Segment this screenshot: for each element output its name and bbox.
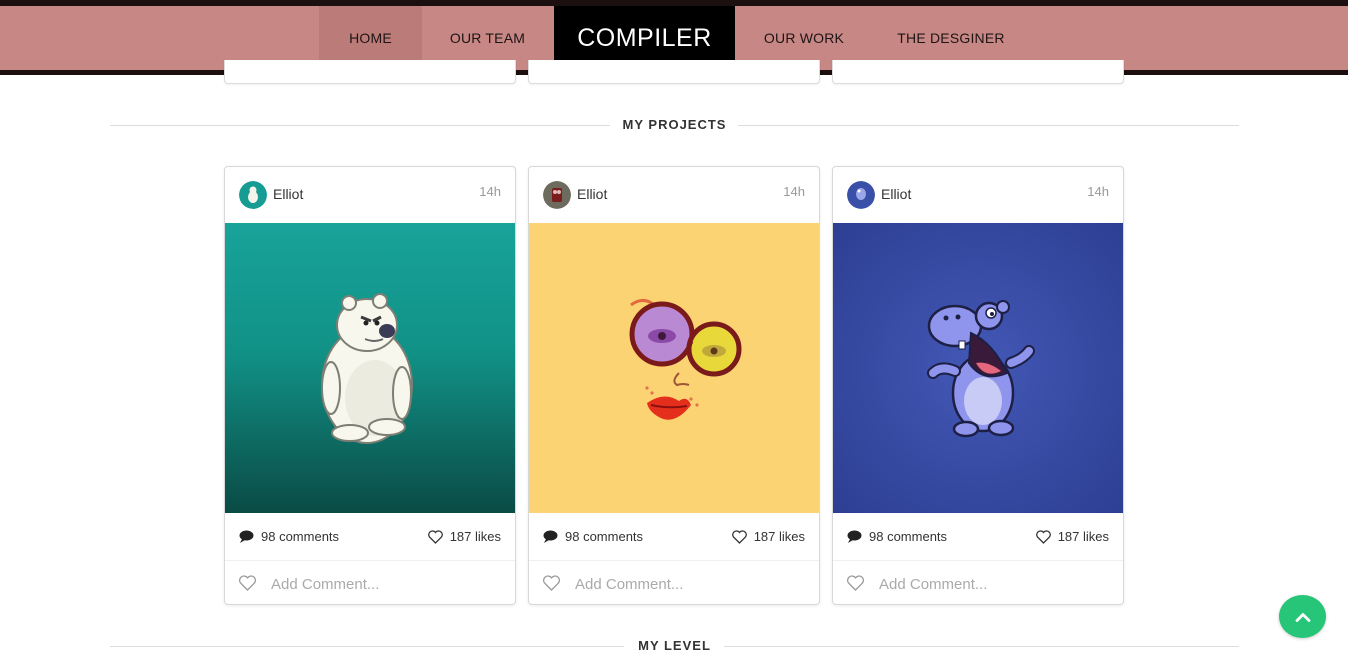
likes-count[interactable]: 187 likes xyxy=(1035,529,1109,544)
heart-icon[interactable] xyxy=(847,575,864,591)
section-title: MY PROJECTS xyxy=(622,117,727,132)
likes-label: 187 likes xyxy=(449,529,501,544)
previous-card xyxy=(832,60,1124,84)
author-name[interactable]: Elliot xyxy=(273,186,303,202)
face-glasses-avatar-icon[interactable] xyxy=(543,181,571,209)
polar-bear-illustration[interactable] xyxy=(225,223,515,513)
previous-card xyxy=(528,60,820,84)
post-time: 14h xyxy=(783,184,805,199)
card-header: Elliot 14h xyxy=(529,167,819,223)
add-comment-input[interactable] xyxy=(575,570,805,598)
comments-label: 98 comments xyxy=(869,529,948,544)
comments-label: 98 comments xyxy=(565,529,644,544)
polar-bear-avatar-icon[interactable] xyxy=(239,181,267,209)
post-time: 14h xyxy=(479,184,501,199)
author-name[interactable]: Elliot xyxy=(881,186,911,202)
add-comment-row xyxy=(225,562,515,604)
chevron-up-icon xyxy=(1295,612,1310,622)
add-comment-row xyxy=(529,562,819,604)
heart-icon xyxy=(1035,529,1051,544)
projects-section-header: MY PROJECTS xyxy=(110,115,1239,135)
comment-icon xyxy=(847,530,862,543)
project-card: Elliot 14h 98 comments 187 likes Add Com… xyxy=(832,166,1124,605)
comments-count[interactable]: 98 comments xyxy=(847,529,947,544)
likes-count[interactable]: 187 likes xyxy=(427,529,501,544)
add-comment-row xyxy=(833,562,1123,604)
likes-label: 187 likes xyxy=(753,529,805,544)
heart-icon[interactable] xyxy=(239,575,256,591)
card-stats: 98 comments 187 likes xyxy=(529,513,819,561)
add-comment-input[interactable] xyxy=(271,570,501,598)
hippo-avatar-icon[interactable] xyxy=(847,181,875,209)
project-card: Elliot 14h 98 comments 187 likes Add Com… xyxy=(224,166,516,605)
likes-count[interactable]: 187 likes xyxy=(731,529,805,544)
heart-icon xyxy=(427,529,443,544)
likes-label: 187 likes xyxy=(1057,529,1109,544)
card-header: Elliot 14h xyxy=(225,167,515,223)
author-name[interactable]: Elliot xyxy=(577,186,607,202)
comment-icon xyxy=(239,530,254,543)
heart-icon[interactable] xyxy=(543,575,560,591)
level-section-header: MY LEVEL xyxy=(110,636,1239,656)
post-time: 14h xyxy=(1087,184,1109,199)
comment-icon xyxy=(543,530,558,543)
comments-count[interactable]: 98 comments xyxy=(543,529,643,544)
face-with-glasses-illustration[interactable] xyxy=(529,223,819,513)
card-stats: 98 comments 187 likes xyxy=(225,513,515,561)
card-stats: 98 comments 187 likes xyxy=(833,513,1123,561)
back-to-top-button[interactable] xyxy=(1279,595,1326,638)
add-comment-input[interactable] xyxy=(879,570,1109,598)
comments-label: 98 comments xyxy=(261,529,340,544)
hippo-illustration[interactable] xyxy=(833,223,1123,513)
section-title: MY LEVEL xyxy=(638,638,711,653)
heart-icon xyxy=(731,529,747,544)
card-header: Elliot 14h xyxy=(833,167,1123,223)
previous-card xyxy=(224,60,516,84)
comments-count[interactable]: 98 comments xyxy=(239,529,339,544)
project-card: Elliot 14h 98 comments 187 likes Add Com… xyxy=(528,166,820,605)
